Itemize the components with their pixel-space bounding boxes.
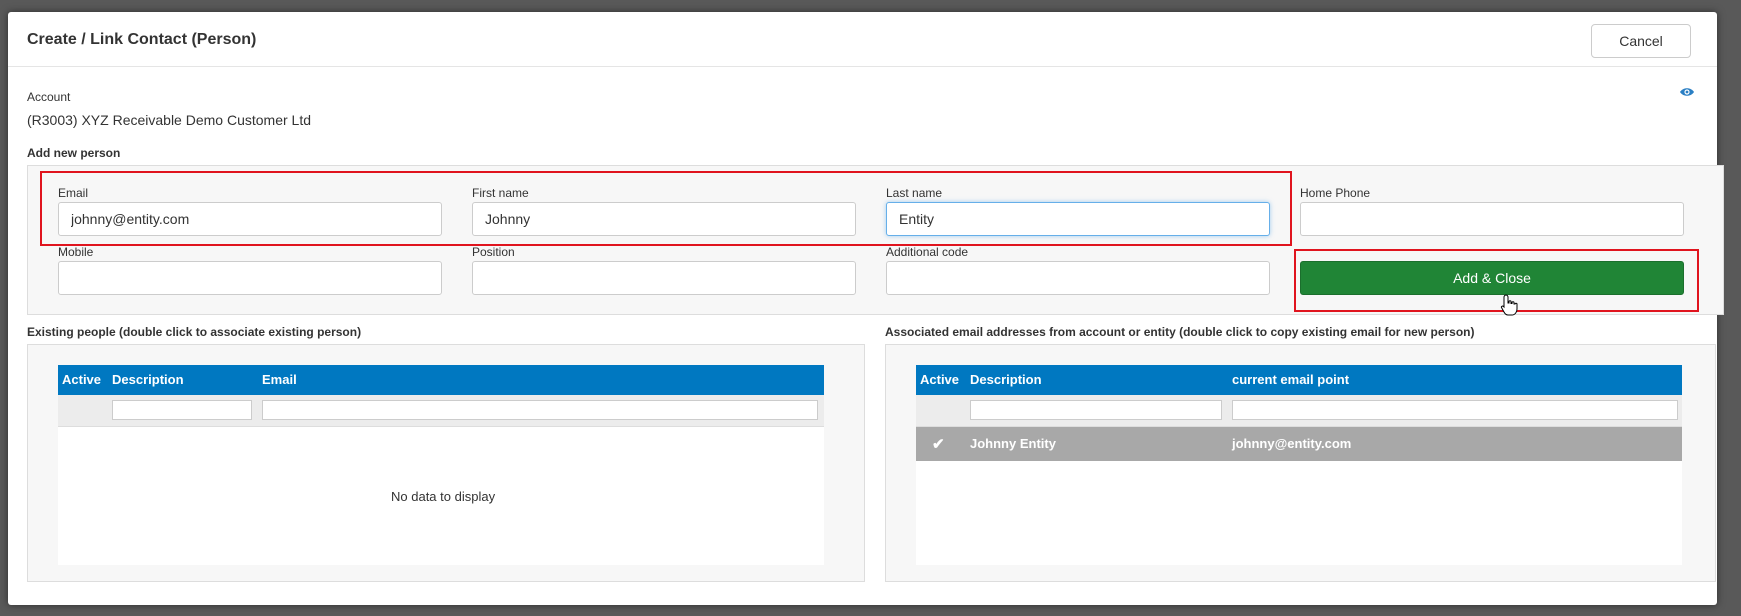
- grid-filter-row: [916, 395, 1682, 427]
- last-name-label: Last name: [886, 186, 943, 200]
- mobile-field[interactable]: [58, 261, 442, 295]
- last-name-field[interactable]: [886, 202, 1270, 236]
- check-icon: ✔: [932, 436, 945, 453]
- row-email: johnny@entity.com: [1232, 436, 1352, 451]
- cancel-button[interactable]: Cancel: [1591, 24, 1691, 58]
- first-name-label: First name: [472, 186, 529, 200]
- position-label: Position: [472, 245, 515, 259]
- contact-dialog: Create / Link Contact (Person) Cancel Ac…: [8, 12, 1724, 605]
- no-data-message: No data to display: [391, 489, 496, 504]
- grid-header: Active Description Email: [58, 365, 824, 395]
- grid-header: Active Description current email point: [916, 365, 1682, 395]
- email-point-filter-input[interactable]: [1232, 400, 1678, 420]
- position-field[interactable]: [472, 261, 856, 295]
- row-description: Johnny Entity: [970, 436, 1056, 451]
- grid-filter-row: [58, 395, 824, 427]
- additional-code-label: Additional code: [886, 245, 969, 259]
- dialog-header: Create / Link Contact (Person) Cancel: [8, 12, 1717, 67]
- column-header-active[interactable]: Active: [62, 372, 101, 387]
- add-new-person-label: Add new person: [27, 146, 121, 160]
- column-header-description[interactable]: Description: [112, 372, 184, 387]
- dialog-title: Create / Link Contact (Person): [27, 31, 257, 48]
- column-header-current-email-point[interactable]: current email point: [1232, 372, 1349, 387]
- column-header-active[interactable]: Active: [920, 372, 959, 387]
- associated-emails-panel: Active Description current email point ✔…: [885, 344, 1716, 582]
- eye-icon[interactable]: [1679, 84, 1695, 100]
- home-phone-field[interactable]: [1300, 202, 1684, 236]
- email-filter-input[interactable]: [262, 400, 818, 420]
- account-label: Account: [27, 90, 71, 104]
- additional-code-field[interactable]: [886, 261, 1270, 295]
- associated-emails-grid: Active Description current email point ✔…: [916, 365, 1682, 565]
- account-value: (R3003) XYZ Receivable Demo Customer Ltd: [27, 112, 312, 128]
- first-name-field[interactable]: [472, 202, 856, 236]
- email-label: Email: [58, 186, 89, 200]
- existing-people-panel: Active Description Email No data to disp…: [27, 344, 865, 582]
- existing-people-label: Existing people (double click to associa…: [27, 325, 362, 339]
- table-row[interactable]: ✔ Johnny Entity johnny@entity.com: [916, 427, 1682, 461]
- column-header-description[interactable]: Description: [970, 372, 1042, 387]
- home-phone-label: Home Phone: [1300, 186, 1371, 200]
- column-header-email[interactable]: Email: [262, 372, 297, 387]
- description-filter-input[interactable]: [970, 400, 1222, 420]
- add-person-panel: Email First name Last name Home Phone Mo…: [27, 165, 1724, 315]
- hand-cursor-icon: [1500, 294, 1518, 316]
- email-field[interactable]: [58, 202, 442, 236]
- mobile-label: Mobile: [58, 245, 94, 259]
- description-filter-input[interactable]: [112, 400, 252, 420]
- add-and-close-button[interactable]: Add & Close: [1300, 261, 1684, 295]
- associated-emails-label: Associated email addresses from account …: [885, 325, 1475, 339]
- existing-people-grid: Active Description Email No data to disp…: [58, 365, 824, 565]
